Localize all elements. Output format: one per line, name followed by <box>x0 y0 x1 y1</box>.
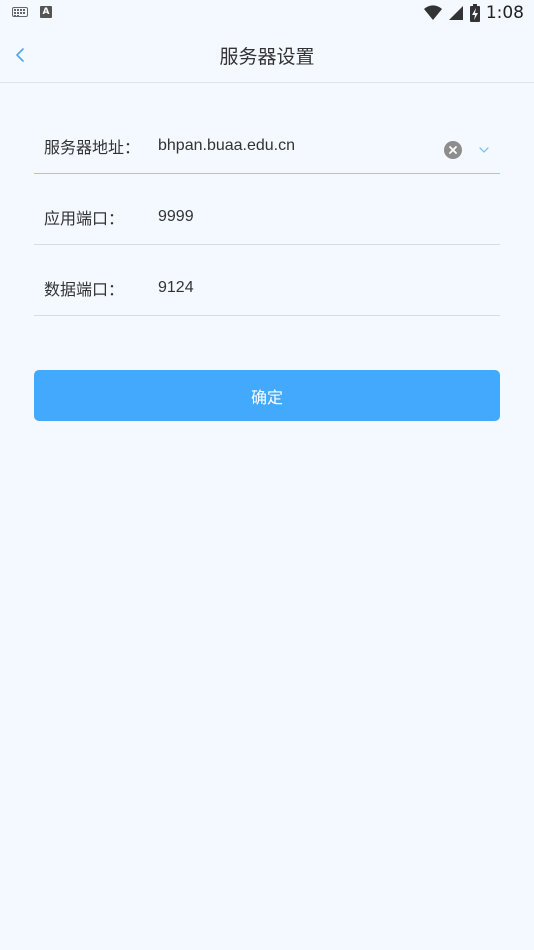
app-header: 服务器设置 <box>0 30 534 83</box>
clear-icon <box>449 146 457 154</box>
signal-icon <box>448 6 463 20</box>
server-address-row: 服务器地址： <box>34 118 500 174</box>
a-notification-icon: A <box>40 6 52 18</box>
server-settings-form: 服务器地址： 应用端口： 数据端口： <box>34 118 500 331</box>
confirm-button[interactable]: 确定 <box>34 370 500 421</box>
wifi-icon <box>423 5 442 21</box>
data-port-input[interactable] <box>158 278 500 297</box>
data-port-label: 数据端口： <box>44 279 125 299</box>
clear-button[interactable] <box>444 141 462 159</box>
app-port-row: 应用端口： <box>34 189 500 245</box>
chevron-down-icon <box>479 147 489 153</box>
keyboard-icon <box>12 7 28 17</box>
status-right: 1:08 <box>423 3 524 23</box>
status-time: 1:08 <box>485 3 524 23</box>
status-bar: A 1:08 <box>0 0 534 30</box>
page-title: 服务器设置 <box>219 46 315 68</box>
battery-charging-icon <box>469 4 480 22</box>
data-port-row: 数据端口： <box>34 260 500 316</box>
app-port-label: 应用端口： <box>44 208 125 228</box>
server-address-label: 服务器地址： <box>44 137 141 157</box>
app-port-input[interactable] <box>158 207 500 226</box>
server-dropdown-button[interactable] <box>476 142 492 158</box>
status-left: A <box>12 6 52 18</box>
